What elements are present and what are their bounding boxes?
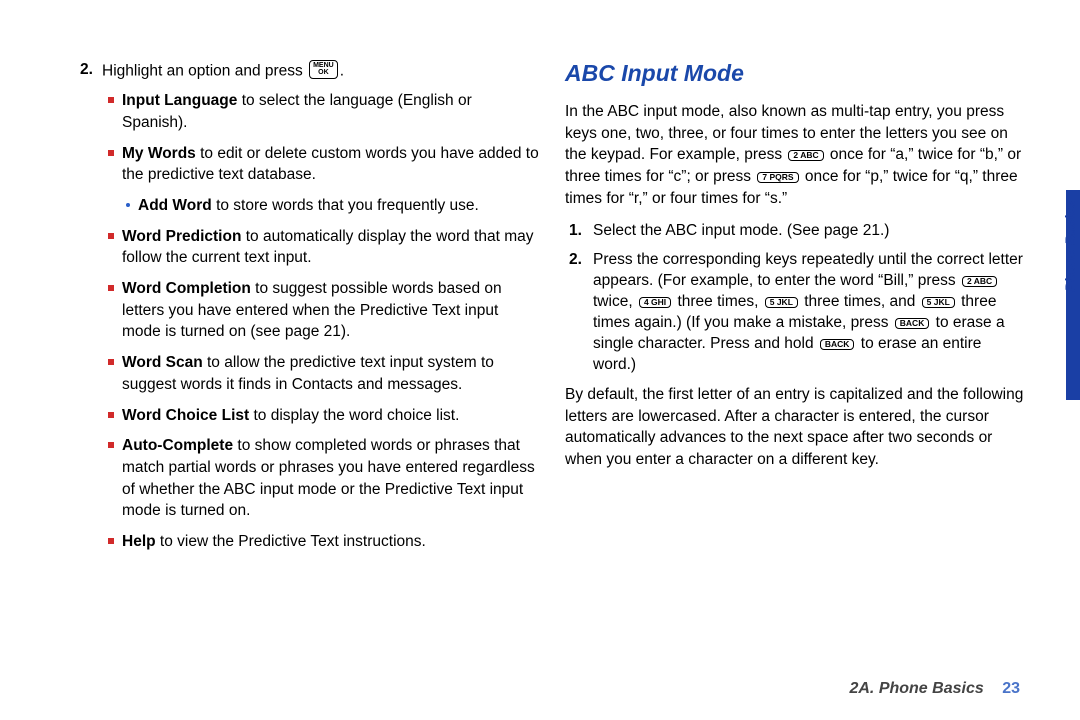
list-item: Auto-Complete to show completed words or…	[108, 435, 540, 522]
step-text: Press the corresponding keys repeatedly …	[593, 250, 1025, 376]
side-tab-label: Phone Basics	[1062, 200, 1078, 292]
key-2abc-icon: 2 ABC	[788, 150, 823, 161]
list-item: Word Choice List to display the word cho…	[108, 405, 540, 427]
square-bullet-icon	[108, 359, 114, 365]
step-number: 2.	[80, 60, 102, 81]
key-4ghi-icon: 4 GHI	[639, 297, 671, 308]
key-back-icon: BACK	[820, 339, 855, 350]
paragraph: By default, the first letter of an entry…	[565, 384, 1025, 471]
menu-ok-key-icon: MENU OK	[309, 60, 338, 79]
list-item: My Words to edit or delete custom words …	[108, 143, 540, 186]
step-text: Highlight an option and press MENU OK.	[102, 60, 344, 82]
left-column: 2. Highlight an option and press MENU OK…	[80, 60, 540, 562]
key-5jkl-icon: 5 JKL	[922, 297, 955, 308]
list-item: Word Scan to allow the predictive text i…	[108, 352, 540, 395]
step-text: Select the ABC input mode. (See page 21.…	[593, 221, 889, 242]
list-subitem: Add Word to store words that you frequen…	[126, 195, 540, 217]
section-heading: ABC Input Mode	[565, 60, 1025, 87]
page-number: 23	[1002, 680, 1020, 697]
step-number: 2.	[569, 250, 593, 271]
key-5jkl-icon: 5 JKL	[765, 297, 798, 308]
square-bullet-icon	[108, 538, 114, 544]
square-bullet-icon	[108, 412, 114, 418]
options-list: Input Language to select the language (E…	[108, 90, 540, 552]
square-bullet-icon	[108, 150, 114, 156]
list-item: Help to view the Predictive Text instruc…	[108, 531, 540, 553]
page-footer: 2A. Phone Basics 23	[849, 680, 1020, 698]
step-2: 2. Highlight an option and press MENU OK…	[80, 60, 540, 82]
square-bullet-icon	[108, 233, 114, 239]
list-item: Word Completion to suggest possible word…	[108, 278, 540, 343]
list-item: Input Language to select the language (E…	[108, 90, 540, 133]
paragraph: In the ABC input mode, also known as mul…	[565, 101, 1025, 209]
dot-bullet-icon	[126, 203, 130, 207]
square-bullet-icon	[108, 442, 114, 448]
key-back-icon: BACK	[895, 318, 930, 329]
key-2abc-icon: 2 ABC	[962, 276, 997, 287]
list-item: Word Prediction to automatically display…	[108, 226, 540, 269]
step-2: 2. Press the corresponding keys repeated…	[569, 250, 1025, 376]
square-bullet-icon	[108, 285, 114, 291]
key-7pqrs-icon: 7 PQRS	[757, 172, 798, 183]
footer-section: 2A. Phone Basics	[849, 680, 983, 697]
step-1: 1. Select the ABC input mode. (See page …	[569, 221, 1025, 242]
right-column: ABC Input Mode In the ABC input mode, al…	[565, 60, 1025, 483]
steps-list: 1. Select the ABC input mode. (See page …	[569, 221, 1025, 375]
step-number: 1.	[569, 221, 593, 242]
square-bullet-icon	[108, 97, 114, 103]
